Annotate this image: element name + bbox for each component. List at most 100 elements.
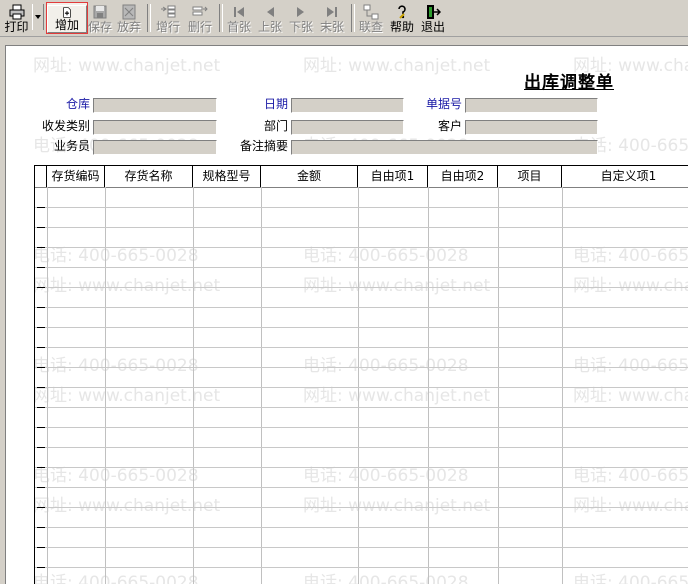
table-row[interactable] <box>35 267 688 268</box>
add-label: 增加 <box>54 18 79 32</box>
save-icon <box>93 5 107 19</box>
print-dropdown-button[interactable] <box>32 4 44 30</box>
row-indicator <box>37 547 45 548</box>
watermark-site: 网址: www.chanjet.net <box>33 56 221 76</box>
row-indicator <box>37 567 45 568</box>
document-number-field[interactable] <box>465 98 598 113</box>
linked-query-icon <box>363 4 379 20</box>
first-record-icon <box>234 7 244 17</box>
delete-row-button[interactable]: 删行 <box>186 2 214 34</box>
table-row[interactable] <box>35 207 688 208</box>
customer-field[interactable] <box>465 120 598 135</box>
column-header[interactable]: 金额 <box>261 166 358 187</box>
previous-record-icon <box>267 7 274 17</box>
document-form: 电话: 400-665-0028 电话: 400-665-0028 电话: 40… <box>5 45 688 584</box>
last-record-icon <box>327 7 337 17</box>
table-row[interactable] <box>35 347 688 348</box>
table-row[interactable] <box>35 427 688 428</box>
print-label: 打印 <box>4 20 29 34</box>
table-row[interactable] <box>35 287 688 288</box>
table-row[interactable] <box>35 227 688 228</box>
table-row[interactable] <box>35 527 688 528</box>
add-button[interactable]: 增加 <box>46 2 88 34</box>
linked-query-button[interactable]: 联查 <box>357 2 385 34</box>
table-row[interactable] <box>35 507 688 508</box>
warehouse-label: 仓库 <box>65 97 90 111</box>
detail-grid[interactable]: 存货编码 存货名称 规格型号 金额 自由项1 自由项2 项目 自定义项1 <box>34 165 688 584</box>
first-record-button[interactable]: 首张 <box>225 2 253 34</box>
column-header[interactable]: 项目 <box>498 166 562 187</box>
column-header[interactable]: 自由项2 <box>428 166 498 187</box>
department-field[interactable] <box>291 120 404 135</box>
watermark-phone: 电话: 400-665-0028 <box>33 46 199 48</box>
exit-label: 退出 <box>420 20 445 34</box>
salesperson-field[interactable] <box>93 140 217 155</box>
toolbar: 打印 增加 保存 放弃 增行 删行 首张 上张 下张 末张 联查 帮助 退出 <box>0 0 688 37</box>
discard-label: 放弃 <box>116 20 141 34</box>
help-button[interactable]: 帮助 <box>388 2 416 34</box>
table-row[interactable] <box>35 247 688 248</box>
last-record-label: 末张 <box>319 20 344 34</box>
date-field[interactable] <box>291 98 404 113</box>
column-header[interactable]: 规格型号 <box>193 166 261 187</box>
exit-button[interactable]: 退出 <box>419 2 447 34</box>
next-record-button[interactable]: 下张 <box>287 2 315 34</box>
table-row[interactable] <box>35 467 688 468</box>
table-row[interactable] <box>35 447 688 448</box>
last-record-button[interactable]: 末张 <box>318 2 346 34</box>
toolbar-separator <box>147 4 151 32</box>
previous-record-label: 上张 <box>257 20 282 34</box>
warehouse-field[interactable] <box>93 98 217 113</box>
row-indicator <box>37 327 45 328</box>
delete-row-icon <box>192 6 208 16</box>
table-row[interactable] <box>35 407 688 408</box>
toolbar-separator <box>219 4 223 32</box>
save-button[interactable]: 保存 <box>88 2 112 34</box>
customer-label: 客户 <box>437 119 462 133</box>
column-header[interactable]: 自由项1 <box>358 166 428 187</box>
table-row[interactable] <box>35 547 688 548</box>
department-label: 部门 <box>263 119 288 133</box>
row-indicator-header <box>35 166 47 187</box>
row-indicator <box>37 227 45 228</box>
table-row[interactable] <box>35 387 688 388</box>
next-record-label: 下张 <box>288 20 313 34</box>
watermark-phone: 电话: 400-665-0028 <box>573 46 688 48</box>
row-indicator <box>37 287 45 288</box>
remark-field[interactable] <box>291 140 598 155</box>
row-indicator <box>37 487 45 488</box>
row-indicator <box>37 527 45 528</box>
column-header[interactable]: 自定义项1 <box>562 166 688 187</box>
next-record-icon <box>297 7 304 17</box>
help-icon <box>398 5 406 19</box>
grid-header: 存货编码 存货名称 规格型号 金额 自由项1 自由项2 项目 自定义项1 <box>35 166 688 188</box>
document-number-label: 单据号 <box>425 97 462 111</box>
exit-icon <box>427 5 441 19</box>
table-row[interactable] <box>35 487 688 488</box>
add-row-button[interactable]: 增行 <box>154 2 182 34</box>
column-header[interactable]: 存货编码 <box>47 166 105 187</box>
linked-query-label: 联查 <box>358 20 383 34</box>
printer-icon <box>9 4 24 20</box>
salesperson-label: 业务员 <box>53 139 90 153</box>
table-row[interactable] <box>35 367 688 368</box>
row-indicator <box>37 427 45 428</box>
io-type-field[interactable] <box>93 120 217 135</box>
table-row[interactable] <box>35 307 688 308</box>
io-type-label: 收发类别 <box>41 119 90 133</box>
print-button[interactable]: 打印 <box>1 2 32 34</box>
row-indicator <box>37 207 45 208</box>
date-label: 日期 <box>263 97 288 111</box>
delete-row-label: 删行 <box>187 20 212 34</box>
row-indicator <box>37 347 45 348</box>
column-header[interactable]: 存货名称 <box>105 166 193 187</box>
table-row[interactable] <box>35 567 688 568</box>
previous-record-button[interactable]: 上张 <box>256 2 284 34</box>
discard-button[interactable]: 放弃 <box>116 2 142 34</box>
add-row-icon <box>161 5 176 18</box>
table-row[interactable] <box>35 327 688 328</box>
row-indicator <box>37 387 45 388</box>
watermark-site: 网址: www.chanjet.net <box>303 56 491 76</box>
row-indicator <box>37 467 45 468</box>
toolbar-separator <box>351 4 355 32</box>
